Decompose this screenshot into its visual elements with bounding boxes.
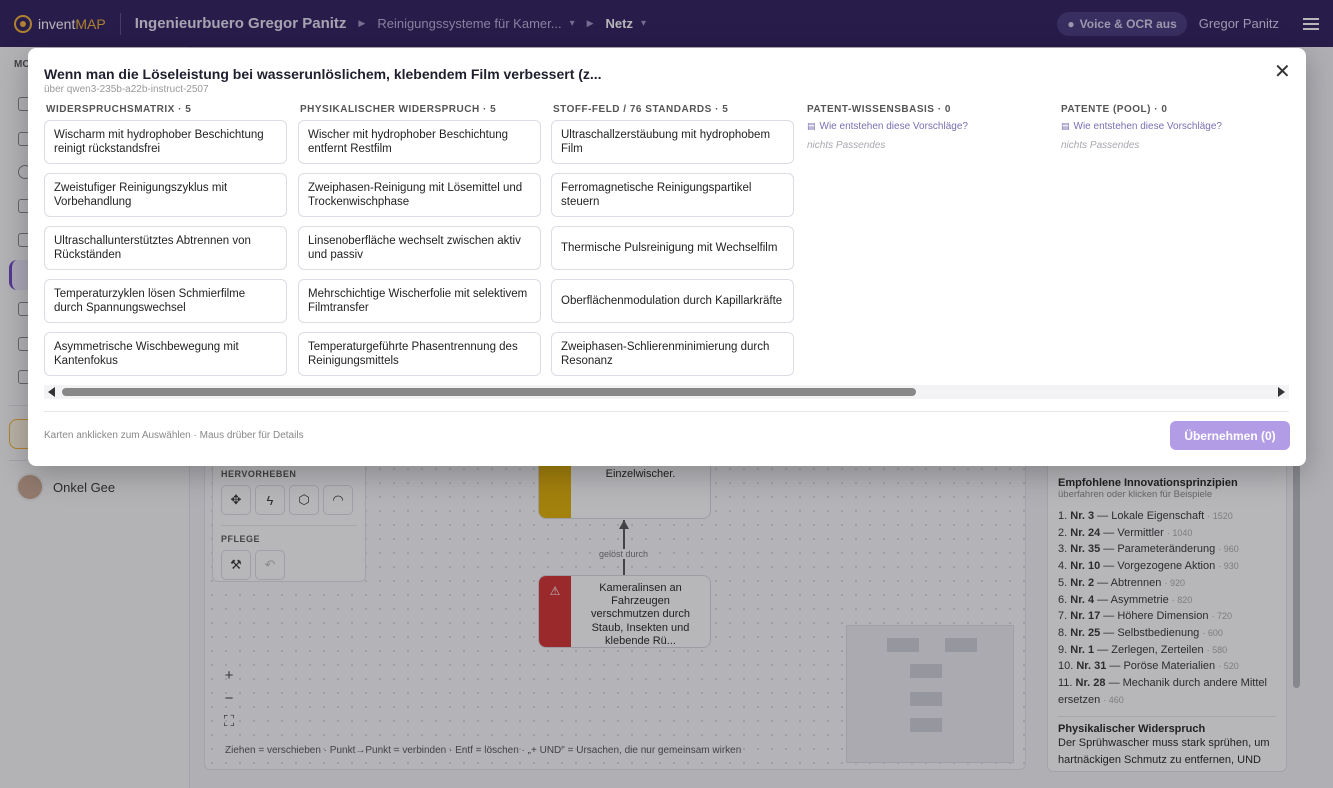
divider xyxy=(44,411,1289,412)
info-link[interactable]: ▤ Wie entstehen diese Vorschläge? xyxy=(1061,121,1302,132)
dialog-subtitle: über qwen3-235b-a22b-instruct-2507 xyxy=(44,84,209,95)
suggestion-column: WIDERSPRUCHSMATRIX · 5 Wischarm mit hydro… xyxy=(44,104,287,385)
column-header: WIDERSPRUCHSMATRIX · 5 xyxy=(46,104,192,115)
book-icon: ▤ xyxy=(1061,121,1070,131)
column-header: PATENTE (POOL) · 0 xyxy=(1061,104,1168,115)
suggestion-card[interactable]: Linsenoberfläche wechselt zwischen aktiv… xyxy=(298,226,541,270)
suggestion-card[interactable]: Oberflächenmodulation durch Kapillarkräf… xyxy=(551,279,794,323)
apply-button[interactable]: Übernehmen (0) xyxy=(1170,421,1290,450)
suggestion-card[interactable]: Ultraschallzerstäubung mit hydrophobem F… xyxy=(551,120,794,164)
suggestion-card[interactable]: Asymmetrische Wischbewegung mit Kantenfo… xyxy=(44,332,287,376)
column-header: STOFF-FELD / 76 STANDARDS · 5 xyxy=(553,104,729,115)
suggestion-card[interactable]: Zweistufiger Reinigungszyklus mit Vorbeh… xyxy=(44,173,287,217)
suggestion-card[interactable]: Temperaturgeführte Phasentrennung des Re… xyxy=(298,332,541,376)
info-link[interactable]: ▤ Wie entstehen diese Vorschläge? xyxy=(807,121,1048,132)
dialog-title: Wenn man die Löseleistung bei wasserunlö… xyxy=(44,66,602,82)
suggestion-column: PATENT-WISSENSBASIS · 0 ▤ Wie entstehen di… xyxy=(805,104,1048,151)
suggestion-card[interactable]: Wischer mit hydrophober Beschichtung ent… xyxy=(298,120,541,164)
suggestion-card[interactable]: Ferromagnetische Reinigungspartikel steu… xyxy=(551,173,794,217)
suggestions-dialog: Wenn man die Löseleistung bei wasserunlö… xyxy=(28,48,1306,466)
empty-state: nichts Passendes xyxy=(1061,140,1140,151)
empty-state: nichts Passendes xyxy=(807,140,886,151)
column-header: PATENT-WISSENSBASIS · 0 xyxy=(807,104,951,115)
suggestion-card[interactable]: Zweiphasen-Reinigung mit Lösemittel und … xyxy=(298,173,541,217)
book-icon: ▤ xyxy=(807,121,816,131)
suggestion-card[interactable]: Thermische Pulsreinigung mit Wechselfilm xyxy=(551,226,794,270)
suggestion-card[interactable]: Zweiphasen-Schlierenminimierung durch Re… xyxy=(551,332,794,376)
suggestion-column: PATENTE (POOL) · 0 ▤ Wie entstehen diese V… xyxy=(1059,104,1302,151)
scroll-thumb[interactable] xyxy=(62,388,916,396)
scroll-left-icon[interactable] xyxy=(48,387,55,397)
suggestion-card[interactable]: Wischarm mit hydrophober Beschichtung re… xyxy=(44,120,287,164)
scroll-right-icon[interactable] xyxy=(1278,387,1285,397)
suggestion-column: STOFF-FELD / 76 STANDARDS · 5 Ultraschall… xyxy=(551,104,794,385)
horizontal-scrollbar[interactable] xyxy=(44,385,1289,399)
column-header: PHYSIKALISCHER WIDERSPRUCH · 5 xyxy=(300,104,497,115)
dialog-hint: Karten anklicken zum Auswählen · Maus dr… xyxy=(44,430,304,441)
close-icon[interactable]: ✕ xyxy=(1274,62,1291,82)
suggestion-column: PHYSIKALISCHER WIDERSPRUCH · 5 Wischer mi… xyxy=(298,104,541,385)
suggestion-card[interactable]: Mehrschichtige Wischerfolie mit selektiv… xyxy=(298,279,541,323)
suggestion-card[interactable]: Ultraschallunterstütztes Abtrennen von R… xyxy=(44,226,287,270)
suggestion-card[interactable]: Temperaturzyklen lösen Schmierfilme durc… xyxy=(44,279,287,323)
